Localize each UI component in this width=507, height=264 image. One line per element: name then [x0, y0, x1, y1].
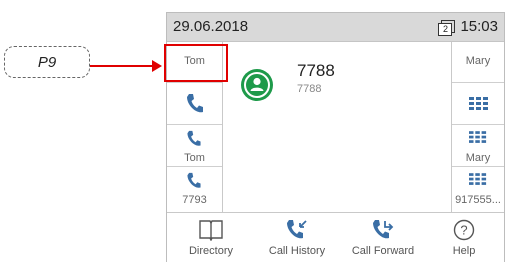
line-count-icon: 2	[438, 19, 456, 36]
line-key-label: Mary	[465, 55, 491, 67]
right-line-keys: Mary Mary 917555...	[451, 42, 504, 212]
call-history-button[interactable]: Call History	[255, 213, 339, 262]
phone-screen: 29.06.2018 2 15:03 Tom Tom 7793 7788 778…	[166, 12, 505, 262]
line-key-label: Tom	[184, 152, 205, 164]
line-key-label: 7793	[182, 194, 207, 206]
handset-icon	[187, 94, 203, 113]
contact-avatar	[241, 69, 273, 101]
line-count-badge: 2	[438, 22, 453, 36]
call-history-label: Call History	[268, 245, 326, 257]
directory-button[interactable]: Directory	[171, 213, 251, 262]
call-history-icon	[287, 220, 307, 239]
line-key-label: 917555...	[455, 194, 501, 206]
user-icon	[244, 72, 270, 98]
help-button[interactable]: ? Help	[429, 213, 499, 262]
book-icon	[199, 220, 223, 241]
line-key-7793[interactable]: 7793	[167, 168, 222, 209]
callout-text: P9	[37, 53, 57, 71]
status-right: 2 15:03	[438, 18, 498, 36]
callout-arrow-line	[90, 65, 152, 67]
directory-label: Directory	[188, 245, 233, 257]
callout-label: P9	[4, 46, 90, 78]
left-line-keys: Tom Tom 7793	[167, 42, 223, 212]
softkey-bar: Directory Call History Call Forward ? He…	[167, 212, 504, 262]
status-time: 15:03	[460, 18, 498, 35]
call-forward-icon	[373, 220, 394, 239]
call-forward-label: Call Forward	[351, 245, 415, 257]
help-icon: ?	[453, 219, 475, 241]
line-key-917555[interactable]: 917555...	[452, 168, 504, 209]
line-key-mary-2[interactable]: Mary	[452, 126, 504, 167]
line-key-2[interactable]	[167, 84, 222, 125]
dialpad-icon	[469, 173, 487, 185]
callout-arrow-head	[152, 60, 162, 72]
line-key-label: Tom	[184, 55, 205, 67]
status-bar: 29.06.2018 2 15:03	[167, 13, 504, 42]
svg-text:?: ?	[460, 223, 467, 238]
line-key-mary[interactable]: Mary	[452, 42, 504, 83]
contact-number: 7788	[297, 83, 322, 95]
call-forward-button[interactable]: Call Forward	[341, 213, 425, 262]
line-key-tom-2[interactable]: Tom	[167, 126, 222, 167]
line-key-dialpad[interactable]	[452, 84, 504, 125]
handset-icon	[187, 130, 201, 146]
line-key-tom[interactable]: Tom	[167, 42, 222, 83]
handset-icon	[187, 172, 201, 188]
help-label: Help	[452, 245, 476, 257]
dialpad-icon	[469, 97, 488, 110]
line-key-label: Mary	[465, 152, 491, 164]
dialpad-icon	[469, 131, 487, 143]
contact-name: 7788	[297, 61, 335, 80]
status-date: 29.06.2018	[173, 18, 249, 35]
